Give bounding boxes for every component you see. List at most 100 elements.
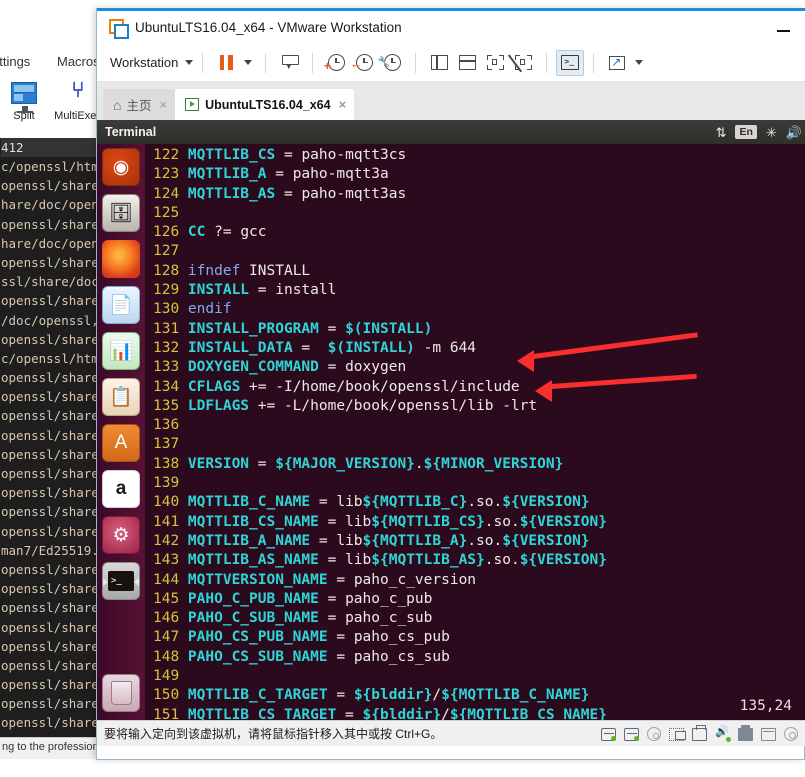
minimize-button[interactable] [777,25,790,36]
bluetooth-icon[interactable]: ✳ [766,126,777,139]
usb-icon[interactable] [738,724,753,741]
line-number: 139 [153,475,188,492]
line-number: 126 [153,224,188,241]
disk-ring-icon[interactable] [784,727,798,741]
ubuntu-software-icon[interactable]: A [102,424,140,462]
code-token: ${VERSION} [502,532,590,549]
tab-ubuntu-vm[interactable]: UbuntuLTS16.04_x64 × [175,89,355,120]
editor-line: 135 LDFLAGS += -L/home/book/openssl/lib … [153,397,805,416]
pause-vm-button[interactable] [212,50,240,76]
editor-line: 147 PAHO_CS_PUB_NAME = paho_cs_pub [153,628,805,647]
revert-snapshot-button[interactable] [350,50,378,76]
snapshot-button[interactable] [275,50,303,76]
editor-line: 130 endif [153,300,805,319]
files-icon[interactable]: 🗄 [102,194,140,232]
printer-icon[interactable] [692,724,707,741]
editor-line: 142 MQTTLIB_A_NAME = lib${MQTTLIB_A}.so.… [153,532,805,551]
code-token: PAHO_C_SUB_NAME [187,610,319,627]
background-terminal-line: ssl/share/doc [1,274,99,290]
menu-macros[interactable]: Macros [57,54,100,69]
trash-icon[interactable] [102,674,140,712]
line-number: 133 [153,359,188,376]
pause-dropdown-button[interactable] [240,50,256,76]
workstation-menu-label: Workstation [110,55,179,70]
editor-line: 139 [153,474,805,493]
background-terminal-line: openssl/share, [1,254,107,270]
line-number: 142 [153,532,188,549]
background-terminal-line: c/openssl/htm [1,350,99,366]
split-button[interactable]: Split [0,76,50,122]
network-adapter-icon[interactable] [669,727,686,741]
line-number: 146 [153,610,188,627]
line-number: 131 [153,320,188,337]
code-token: paho-mqtt3cs [301,147,407,163]
editor-line: 140 MQTTLIB_C_NAME = lib${MQTTLIB_C}.so.… [153,493,805,512]
hard-disk-2-icon[interactable] [624,727,639,741]
vim-editor-content[interactable]: 122 MQTTLIB_CS = paho-mqtt3cs 123 MQTTLIB… [145,144,805,720]
display-icon[interactable] [761,727,776,741]
terminal-icon [561,55,580,70]
code-token: paho-mqtt3as [301,185,407,202]
libreoffice-impress-icon[interactable]: 📋 [102,378,140,416]
toolbar-separator [202,52,204,73]
volume-icon[interactable]: 🔊 [786,126,802,139]
code-token: DOXYGEN_COMMAND [187,359,319,376]
code-token: = [249,282,276,299]
tab-ubuntu-vm-close-icon[interactable]: × [339,97,347,112]
firefox-icon[interactable] [102,240,140,278]
libreoffice-writer-icon[interactable]: 📄 [102,286,140,324]
workstation-menu-button[interactable]: Workstation [110,55,194,70]
clock-plus-icon [324,54,345,73]
code-token: MQTTLIB_CS [187,147,276,163]
show-console-view-button[interactable] [481,50,509,76]
hide-console-view-button[interactable] [507,50,537,76]
fit-window-off-icon [507,54,532,73]
code-token: .so. [484,552,520,569]
fullscreen-dropdown-button[interactable] [631,50,647,76]
code-token: = [275,147,302,163]
hard-disk-icon[interactable] [601,727,616,741]
unity-mode-button[interactable] [556,49,585,76]
guest-os-viewport[interactable]: Terminal ⇅ En ✳ 🔊 ◉ 🗄 📄 📊 📋 A a ⚙ >_ 122… [97,120,805,720]
system-settings-icon[interactable]: ⚙ [102,516,140,554]
editor-line: 144 MQTTVERSION_NAME = paho_c_version [153,571,805,590]
tab-home-close-icon[interactable]: × [159,97,167,112]
code-token: MQTTLIB_AS [187,185,276,202]
amazon-icon[interactable]: a [102,470,140,508]
code-token: -m 644 [414,339,477,356]
cd-dvd-icon[interactable] [647,727,661,741]
code-token: VERSION [187,455,250,472]
network-icon[interactable]: ⇅ [716,126,727,139]
libreoffice-calc-icon[interactable]: 📊 [102,332,140,370]
snapshot-manager-button[interactable] [378,50,406,76]
code-token: ${blddir} [362,706,442,720]
code-token: ${VERSION} [519,552,608,569]
ubuntu-dash-icon[interactable]: ◉ [102,148,140,186]
toolbar-separator [415,52,417,73]
show-thumbnail-bar-button[interactable] [453,50,481,76]
background-terminal-line: openssl/share, [1,523,107,539]
menu-settings[interactable]: ettings [0,54,30,69]
background-terminal-line: openssl/share, [1,561,107,577]
code-token: ${MQTTLIB_CS} [371,513,485,530]
background-terminal-line: openssl/share, [1,370,107,386]
toolbar-separator [593,52,595,73]
chevron-down-icon [635,60,644,65]
tab-home[interactable]: ⌂ 主页 × [103,89,176,120]
gnome-terminal-window[interactable]: 122 MQTTLIB_CS = paho-mqtt3cs 123 MQTTLIB… [145,144,805,720]
code-token: INSTALL [240,262,311,279]
keyboard-layout-indicator[interactable]: En [735,125,757,139]
code-token: ${MINOR_VERSION} [423,455,564,472]
code-token: = [249,455,276,472]
code-token: = [310,532,337,549]
code-token: . [414,455,424,472]
take-snapshot-button[interactable] [322,50,350,76]
terminal-icon[interactable]: >_ [102,562,140,600]
fullscreen-button[interactable] [603,50,631,76]
show-sidebar-button[interactable] [425,50,453,76]
pause-icon [219,55,233,70]
background-terminal-header: 412 [1,138,110,157]
sound-card-icon[interactable] [715,725,731,742]
code-token: MQTTLIB_C_NAME [187,494,311,511]
code-token: = [318,552,346,569]
